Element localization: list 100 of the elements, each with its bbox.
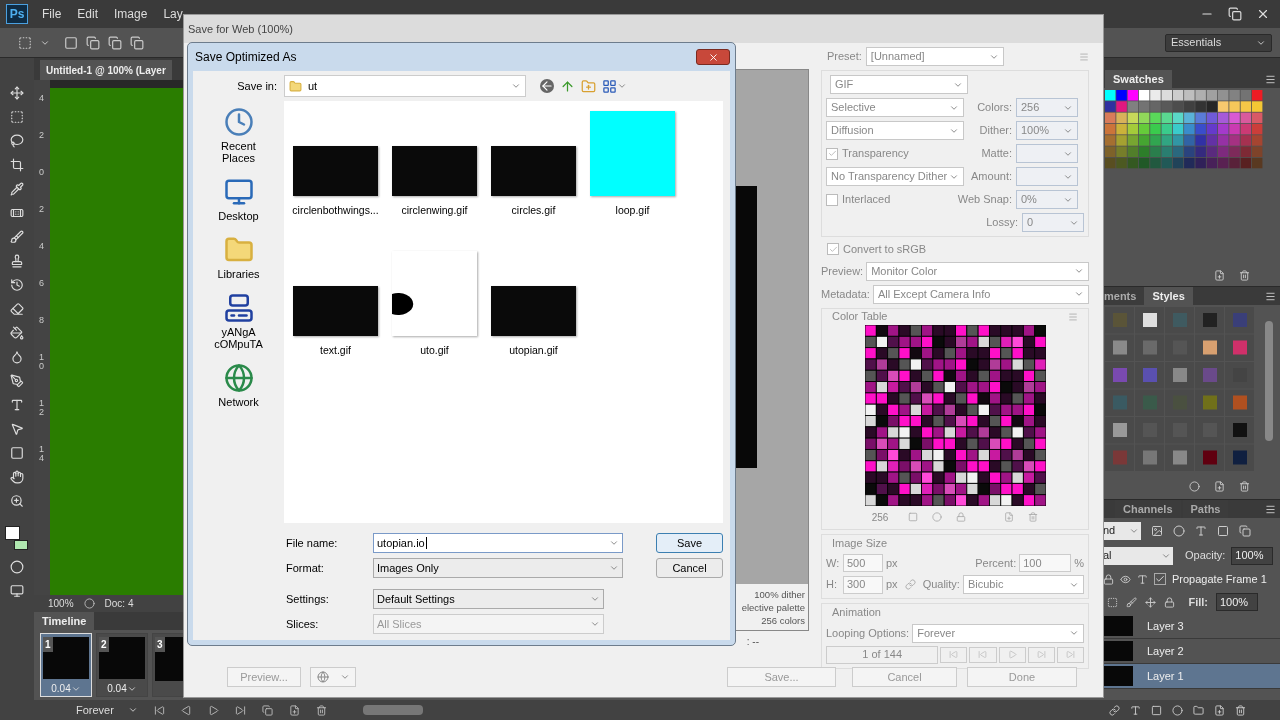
- link-icon[interactable]: [1109, 704, 1120, 716]
- panel-tab[interactable]: Swatches: [1105, 70, 1172, 88]
- checkbox[interactable]: [1154, 573, 1166, 585]
- places-item[interactable]: Recent Places: [198, 107, 279, 164]
- new-frame-icon[interactable]: [288, 704, 300, 716]
- animation-frame[interactable]: 1 0.04: [40, 633, 92, 697]
- visibility-icon[interactable]: [1120, 573, 1131, 585]
- fill-field[interactable]: 100%: [1216, 593, 1258, 611]
- lock-pixels-icon[interactable]: [1107, 596, 1118, 608]
- quality-select[interactable]: Bicubic: [962, 575, 1084, 594]
- menu-item[interactable]: File: [42, 5, 62, 23]
- lock-paint-icon[interactable]: [1126, 596, 1137, 608]
- bucket-icon[interactable]: [10, 326, 24, 340]
- droplet-icon[interactable]: [10, 350, 24, 364]
- restore-icon[interactable]: [1228, 7, 1242, 21]
- add-color-icon[interactable]: [1004, 512, 1015, 522]
- save-in-select[interactable]: ut: [284, 75, 526, 97]
- rectangle-icon[interactable]: [10, 446, 24, 460]
- panel-menu-icon[interactable]: [1265, 290, 1276, 302]
- panel-menu-icon[interactable]: [1265, 73, 1276, 85]
- save-button[interactable]: Save: [656, 533, 723, 553]
- delete-icon[interactable]: [1239, 270, 1250, 281]
- checkbox[interactable]: [826, 147, 838, 160]
- lock-icon[interactable]: [1164, 596, 1175, 608]
- places-item[interactable]: Libraries: [198, 235, 279, 280]
- foreground-color[interactable]: [5, 526, 20, 540]
- menu-item[interactable]: Lay: [163, 5, 183, 23]
- transparency-dither-select[interactable]: No Transparency Dither: [826, 167, 964, 186]
- filter-select[interactable]: nd: [1103, 521, 1141, 540]
- crop-icon[interactable]: [10, 158, 24, 172]
- pointer-icon[interactable]: [10, 422, 24, 436]
- amount-field[interactable]: [1016, 167, 1078, 186]
- close-icon[interactable]: [1256, 7, 1270, 21]
- menu-item[interactable]: Edit: [77, 5, 99, 23]
- back-icon[interactable]: [540, 79, 554, 93]
- bandage-icon[interactable]: [10, 206, 24, 220]
- scrollbar-thumb[interactable]: [1265, 321, 1273, 441]
- panel-menu-icon[interactable]: [1265, 503, 1276, 515]
- new-selection-icon[interactable]: [64, 35, 78, 50]
- shape-filter-icon[interactable]: [1217, 524, 1229, 537]
- layer-row[interactable]: Layer 1: [1103, 664, 1280, 689]
- lasso-icon[interactable]: [10, 134, 24, 148]
- delete-icon[interactable]: [1235, 704, 1246, 716]
- looping-select[interactable]: Forever: [912, 623, 1084, 643]
- preset-select[interactable]: [Unnamed]: [865, 47, 1004, 66]
- play-icon[interactable]: [207, 704, 219, 716]
- layer-row[interactable]: Layer 2: [1103, 639, 1280, 664]
- workspace-select[interactable]: Essentials: [1165, 33, 1272, 52]
- document-tab[interactable]: Untitled-1 @ 100% (Layer: [40, 60, 172, 80]
- places-item[interactable]: yANgA cOMpuTA: [198, 293, 279, 350]
- eyedropper-icon[interactable]: [10, 182, 24, 196]
- cancel-button[interactable]: Cancel: [656, 558, 723, 578]
- opacity-field[interactable]: 100%: [1231, 546, 1274, 565]
- reduction-select[interactable]: Selective: [826, 98, 964, 117]
- close-button[interactable]: [696, 49, 730, 65]
- thumbnail-tile[interactable]: loop.gif: [583, 111, 682, 251]
- previous-frame-icon[interactable]: [180, 704, 192, 716]
- background-color[interactable]: [14, 540, 28, 550]
- panel-tab[interactable]: Styles: [1144, 287, 1193, 305]
- new-swatch-icon[interactable]: [1214, 270, 1225, 281]
- group-icon[interactable]: [1193, 704, 1204, 716]
- first-frame-icon[interactable]: [153, 704, 165, 716]
- pen-icon[interactable]: [10, 374, 24, 388]
- marquee-icon[interactable]: [18, 35, 32, 50]
- history-icon[interactable]: [10, 278, 24, 292]
- settings-select[interactable]: Default Settings: [373, 589, 604, 609]
- text-tool-icon[interactable]: [10, 398, 24, 412]
- frame-delay[interactable]: 0.04: [51, 681, 81, 696]
- preview-select[interactable]: Monitor Color: [866, 261, 1089, 281]
- status-icon[interactable]: [83, 598, 95, 609]
- checkbox[interactable]: [826, 193, 838, 206]
- image-filter-icon[interactable]: [1151, 524, 1163, 537]
- marquee-icon[interactable]: [10, 110, 24, 124]
- eraser-icon[interactable]: [10, 302, 24, 316]
- places-item[interactable]: Desktop: [198, 177, 279, 222]
- next-frame-icon[interactable]: [234, 704, 246, 716]
- new-layer-icon[interactable]: [1214, 704, 1225, 716]
- thumbnail-tile[interactable]: circlenbothwings...: [286, 111, 385, 251]
- thumbnail-tile[interactable]: circles.gif: [484, 111, 583, 251]
- zoom-icon[interactable]: [10, 494, 24, 508]
- checkbox[interactable]: [827, 243, 839, 256]
- thumbnail-tile[interactable]: uto.gif: [385, 251, 484, 391]
- layer-row[interactable]: Layer 3: [1103, 614, 1280, 639]
- brush-icon[interactable]: [10, 230, 24, 244]
- lock-position-icon[interactable]: [1145, 596, 1156, 608]
- thumbnail-tile[interactable]: circlenwing.gif: [385, 111, 484, 251]
- panel-tab[interactable]: Timeline: [34, 612, 95, 630]
- thumbnail-tile[interactable]: utopian.gif: [484, 251, 583, 391]
- move-icon[interactable]: [10, 86, 24, 100]
- scrollbar-thumb[interactable]: [362, 705, 423, 715]
- thumbnail-tile[interactable]: text.gif: [286, 251, 385, 391]
- mask-icon[interactable]: [1151, 704, 1162, 716]
- blend-mode-select[interactable]: al: [1103, 546, 1173, 565]
- view-menu-icon[interactable]: [602, 78, 617, 94]
- places-item[interactable]: Network: [198, 363, 279, 408]
- menu-item[interactable]: Image: [114, 5, 148, 23]
- width-field[interactable]: 500: [843, 554, 883, 572]
- new-style-icon[interactable]: [1214, 481, 1225, 492]
- browser-button[interactable]: [310, 667, 356, 687]
- stamp-icon[interactable]: [10, 254, 24, 268]
